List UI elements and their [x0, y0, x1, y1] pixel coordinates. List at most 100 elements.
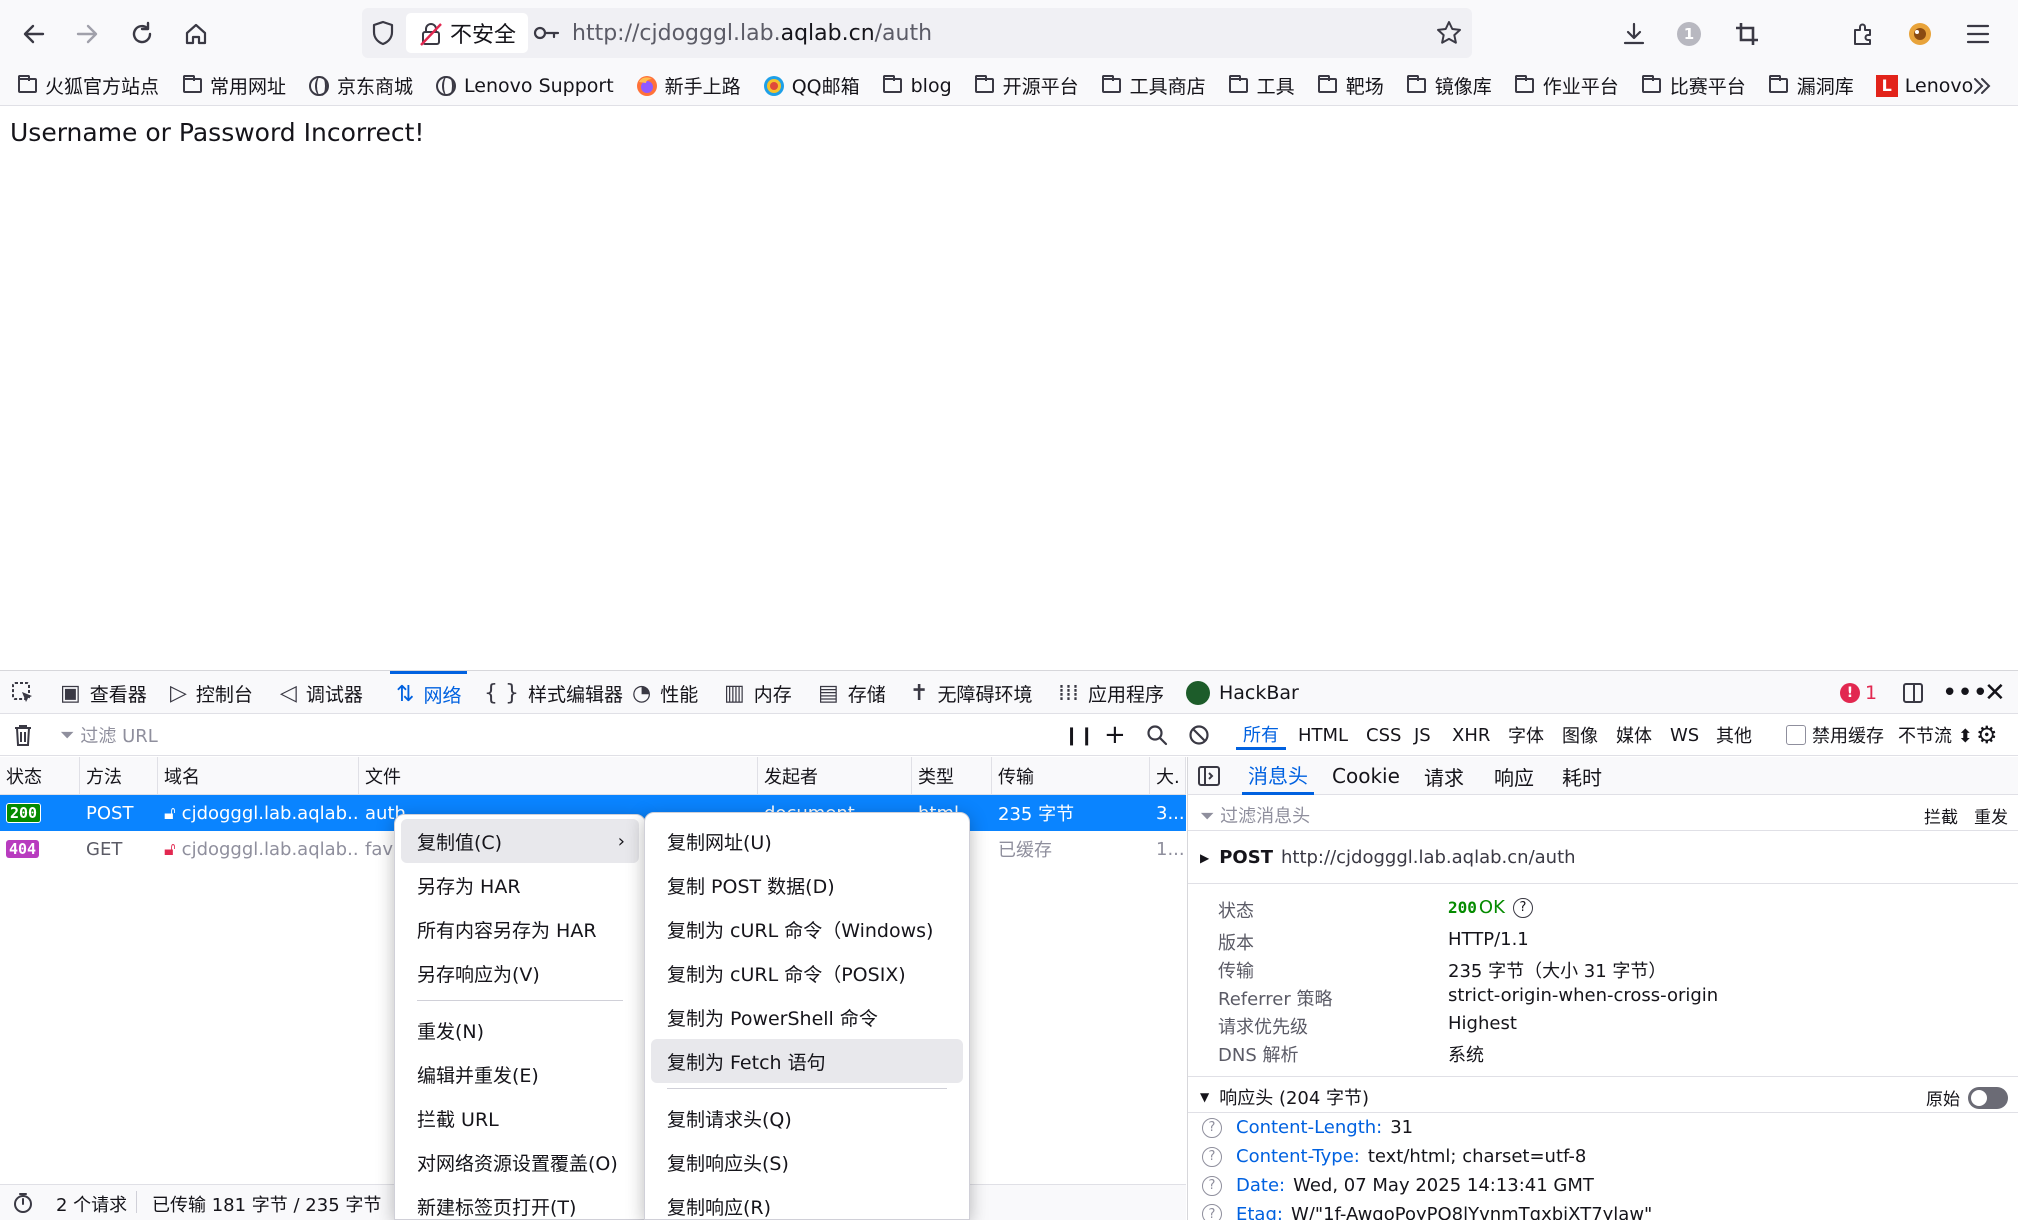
bookmark-item[interactable]: blog [882, 75, 952, 97]
error-indicator[interactable]: ! 1 [1840, 671, 1877, 715]
bookmark-item[interactable]: L Lenovo [1875, 74, 1973, 97]
column-file[interactable]: 文件 [359, 757, 758, 795]
bookmark-item[interactable]: 工具 [1228, 72, 1295, 99]
tab-debugger[interactable]: ◁ 调试器 [280, 671, 363, 715]
url-bar[interactable]: 不安全 http://cjdogggl.lab. aqlab.cn/auth [362, 8, 1472, 58]
menu-item-copy-value[interactable]: 复制值(C) › [401, 819, 639, 863]
bookmark-item[interactable]: 作业平台 [1514, 72, 1619, 99]
type-filter-images[interactable]: 图像 [1562, 714, 1598, 756]
tab-response[interactable]: 响应 [1494, 757, 1534, 795]
type-filter-fonts[interactable]: 字体 [1508, 714, 1544, 756]
menu-item-copy-fetch[interactable]: 复制为 Fetch 语句 [651, 1039, 963, 1083]
response-headers-title[interactable]: ▼ 响应头 (204 字节) [1200, 1084, 1369, 1110]
extensions-puzzle-icon[interactable] [1843, 14, 1883, 54]
insecure-indicator[interactable]: 不安全 [406, 13, 529, 53]
block-button[interactable]: 拦截 [1924, 803, 1958, 828]
menu-item-copy-response[interactable]: 复制响应(R) [651, 1184, 963, 1220]
url-text[interactable]: http://cjdogggl.lab. aqlab.cn/auth [572, 8, 932, 58]
element-picker-icon[interactable] [10, 671, 36, 715]
bookmark-item[interactable]: 常用网址 [181, 72, 286, 99]
menu-item-copy-curl-posix[interactable]: 复制为 cURL 命令（POSIX) [651, 951, 963, 995]
tab-style-editor[interactable]: { } 样式编辑器 [484, 671, 623, 715]
type-filter-ws[interactable]: WS [1670, 714, 1699, 756]
bookmark-item[interactable]: 镜像库 [1406, 72, 1492, 99]
menu-item-open-new-tab[interactable]: 新建标签页打开(T) [401, 1184, 639, 1220]
trash-icon[interactable] [12, 714, 34, 756]
type-filter-css[interactable]: CSS [1366, 714, 1401, 756]
bookmark-item[interactable]: 开源平台 [974, 72, 1079, 99]
bookmark-item[interactable]: 漏洞库 [1768, 72, 1854, 99]
tab-headers[interactable]: 消息头 [1242, 757, 1314, 795]
home-icon[interactable] [176, 14, 216, 54]
help-question-icon[interactable]: ? [1202, 1204, 1222, 1220]
column-status[interactable]: 状态 [0, 757, 80, 795]
crop-icon[interactable] [1727, 14, 1767, 54]
bookmark-item[interactable]: 比赛平台 [1641, 72, 1746, 99]
bookmark-item[interactable]: 京东商城 [308, 72, 413, 99]
settings-gear-icon[interactable]: ⚙ [1976, 714, 1998, 756]
request-line[interactable]: ▶ POST http://cjdogggl.lab.aqlab.cn/auth [1200, 847, 1576, 868]
help-question-icon[interactable]: ? [1202, 1175, 1222, 1196]
bookmark-item[interactable]: QQ邮箱 [763, 72, 860, 99]
bookmark-item[interactable]: 工具商店 [1101, 72, 1206, 99]
resend-button[interactable]: 重发 [1974, 803, 2008, 828]
pause-icon[interactable]: ❙❙ [1064, 714, 1094, 756]
type-filter-html[interactable]: HTML [1298, 714, 1348, 756]
help-question-icon[interactable]: ? [1202, 1146, 1222, 1167]
help-question-icon[interactable]: ? [1202, 1117, 1222, 1138]
menu-item-set-override[interactable]: 对网络资源设置覆盖(O) [401, 1140, 639, 1184]
filter-headers-input[interactable]: ⏷ 过滤消息头 [1200, 802, 1310, 828]
more-options-icon[interactable]: ••• [1942, 671, 1988, 715]
notification-badge[interactable]: 1 [1669, 14, 1709, 54]
type-filter-js[interactable]: JS [1414, 714, 1431, 756]
column-method[interactable]: 方法 [80, 757, 158, 795]
bookmarks-overflow-chevron-icon[interactable] [1970, 74, 1994, 103]
menu-item-copy-powershell[interactable]: 复制为 PowerShell 命令 [651, 995, 963, 1039]
tab-application[interactable]: ⁞⁞⁞ 应用程序 [1058, 671, 1164, 715]
column-initiator[interactable]: 发起者 [758, 757, 912, 795]
tab-memory[interactable]: ▥ 内存 [724, 671, 792, 715]
back-arrow-icon[interactable] [14, 14, 54, 54]
tab-storage[interactable]: ▤ 存储 [818, 671, 886, 715]
column-size[interactable]: 大. [1150, 757, 1186, 795]
shield-icon[interactable] [370, 20, 396, 51]
add-icon[interactable]: + [1104, 714, 1126, 756]
bookmark-item[interactable]: Lenovo Support [435, 75, 614, 97]
tab-inspector[interactable]: ▣ 查看器 [60, 671, 147, 715]
menu-item-resend[interactable]: 重发(N) [401, 1008, 639, 1052]
reload-icon[interactable] [122, 14, 162, 54]
tab-hackbar[interactable]: HackBar [1186, 671, 1299, 715]
stopwatch-icon[interactable] [12, 1192, 34, 1219]
bookmark-item[interactable]: 火狐官方站点 [16, 72, 159, 99]
menu-item-copy-curl-windows[interactable]: 复制为 cURL 命令（Windows) [651, 907, 963, 951]
menu-item-block-url[interactable]: 拦截 URL [401, 1096, 639, 1140]
tab-accessibility[interactable]: ✝ 无障碍环境 [910, 671, 1032, 715]
column-domain[interactable]: 域名 [158, 757, 359, 795]
type-filter-xhr[interactable]: XHR [1452, 714, 1490, 756]
type-filter-all[interactable]: 所有 [1236, 714, 1286, 756]
block-icon[interactable] [1188, 714, 1210, 756]
tab-network[interactable]: ⇅ 网络 [390, 671, 468, 715]
tab-cookie[interactable]: Cookie [1332, 757, 1400, 795]
type-filter-media[interactable]: 媒体 [1616, 714, 1652, 756]
menu-item-edit-resend[interactable]: 编辑并重发(E) [401, 1052, 639, 1096]
raw-toggle[interactable]: 原始 [1926, 1085, 2008, 1110]
toggle-switch[interactable] [1968, 1086, 2008, 1109]
menu-item-save-response[interactable]: 另存响应为(V) [401, 951, 639, 995]
download-icon[interactable] [1614, 14, 1654, 54]
tab-console[interactable]: ▷ 控制台 [170, 671, 253, 715]
menu-item-copy-url[interactable]: 复制网址(U) [651, 819, 963, 863]
menu-item-copy-request-headers[interactable]: 复制请求头(Q) [651, 1096, 963, 1140]
menu-item-copy-response-headers[interactable]: 复制响应头(S) [651, 1140, 963, 1184]
bookmark-item[interactable]: 新手上路 [636, 72, 741, 99]
hamburger-menu-icon[interactable] [1958, 14, 1998, 54]
column-type[interactable]: 类型 [912, 757, 992, 795]
tab-request[interactable]: 请求 [1424, 757, 1464, 795]
forward-arrow-icon[interactable] [67, 14, 107, 54]
filter-url-input[interactable]: ⏷ 过滤 URL [60, 714, 158, 756]
column-transfer[interactable]: 传输 [992, 757, 1150, 795]
menu-item-save-as-har[interactable]: 另存为 HAR [401, 863, 639, 907]
dock-side-icon[interactable] [1902, 671, 1924, 715]
type-filter-other[interactable]: 其他 [1716, 714, 1752, 756]
help-question-icon[interactable]: ? [1512, 897, 1533, 918]
